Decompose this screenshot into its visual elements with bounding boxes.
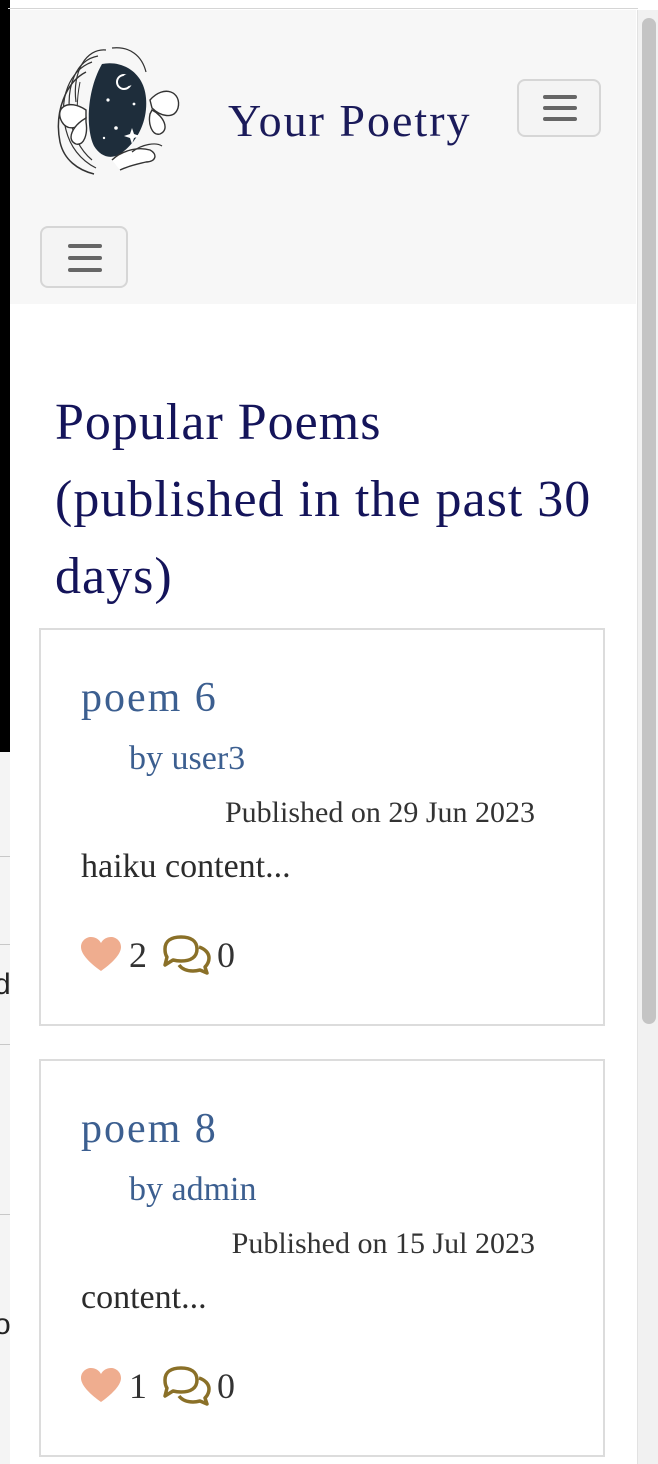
poem-author-link[interactable]: by user3	[129, 740, 245, 778]
comment-count: 0	[217, 1366, 235, 1406]
poem-title-link[interactable]: poem 6	[81, 674, 218, 722]
brand-title[interactable]: Your Poetry	[228, 94, 472, 147]
poem-title-link[interactable]: poem 8	[81, 1105, 218, 1153]
hamburger-icon	[543, 106, 577, 110]
hamburger-icon	[68, 244, 102, 248]
comments-icon[interactable]	[161, 935, 213, 975]
woman-butterfly-logo-icon[interactable]	[46, 42, 184, 176]
scrollbar-thumb[interactable]	[642, 18, 656, 1024]
poem-publish-date: Published on 15 Jul 2023	[231, 1227, 535, 1260]
heart-icon[interactable]	[81, 1368, 121, 1404]
viewport-top-border	[8, 8, 638, 9]
poem-card: poem 8 by admin Published on 15 Jul 2023…	[39, 1059, 605, 1457]
like-count: 1	[129, 1366, 147, 1406]
comment-count: 0	[217, 935, 235, 975]
navbar-toggle-button[interactable]	[517, 79, 601, 137]
poem-card: poem 6 by user3 Published on 29 Jun 2023…	[39, 628, 605, 1026]
comments-icon[interactable]	[161, 1366, 213, 1406]
hamburger-icon	[543, 117, 577, 121]
background-partial-text: o	[0, 1308, 11, 1341]
page-title: Popular Poems (published in the past 30 …	[55, 394, 592, 605]
background-window-edge-light	[0, 752, 10, 1464]
hamburger-icon	[68, 268, 102, 272]
poem-stats: 2 0	[81, 934, 235, 976]
background-divider	[0, 1214, 10, 1215]
poem-author-link[interactable]: by admin	[129, 1171, 256, 1209]
poem-excerpt: content...	[81, 1279, 207, 1316]
background-divider	[0, 944, 10, 945]
poem-excerpt: haiku content...	[81, 848, 291, 885]
background-window-edge	[0, 0, 10, 752]
navbar: Your Poetry	[10, 10, 636, 304]
heart-icon[interactable]	[81, 937, 121, 973]
hamburger-icon	[543, 95, 577, 99]
background-divider	[0, 1044, 10, 1045]
poem-stats: 1 0	[81, 1365, 235, 1407]
hamburger-icon	[68, 256, 102, 260]
poem-publish-date: Published on 29 Jun 2023	[224, 796, 535, 829]
background-divider	[0, 856, 10, 857]
like-count: 2	[129, 935, 147, 975]
secondary-navbar-toggle-button[interactable]	[40, 226, 128, 288]
background-partial-text: d	[0, 968, 11, 1001]
